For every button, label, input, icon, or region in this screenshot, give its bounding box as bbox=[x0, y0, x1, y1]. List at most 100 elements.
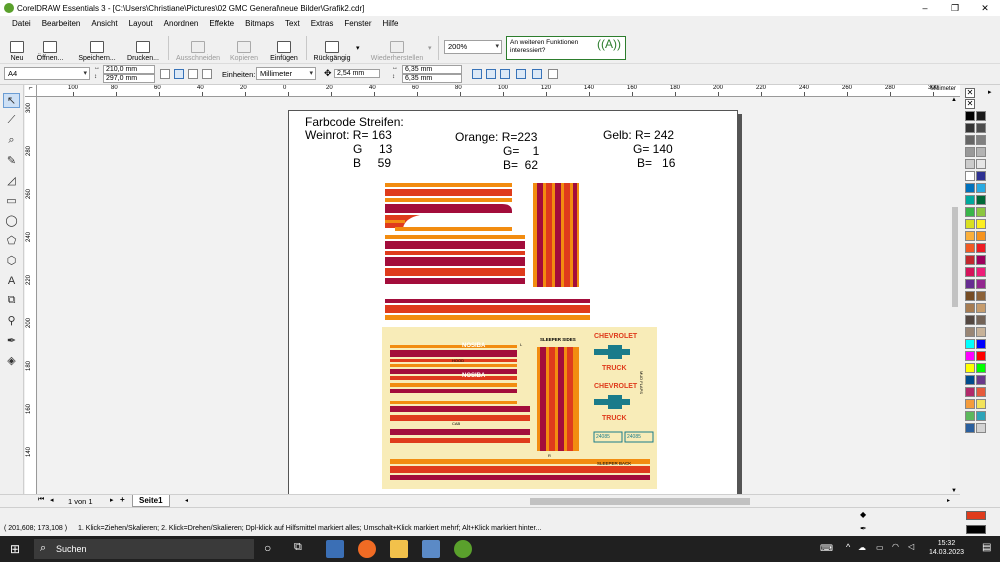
palette-swatch[interactable] bbox=[976, 327, 986, 337]
palette-swatch[interactable] bbox=[965, 171, 975, 181]
palette-swatch[interactable] bbox=[976, 303, 986, 313]
rectangle-tool-icon[interactable]: ▭ bbox=[3, 193, 20, 208]
more-features-hint-button[interactable]: An weiteren Funktionen interessiert? ((A… bbox=[506, 36, 626, 60]
cloud-icon[interactable]: ☁ bbox=[858, 543, 866, 552]
palette-swatch[interactable] bbox=[976, 147, 986, 157]
snap-to-grid-button[interactable] bbox=[472, 69, 482, 79]
photos-app-icon[interactable] bbox=[422, 540, 440, 558]
palette-swatch[interactable] bbox=[976, 363, 986, 373]
menu-layout[interactable]: Layout bbox=[129, 19, 153, 28]
eyedropper-tool-icon[interactable]: ⚲ bbox=[3, 313, 20, 328]
page-size-select[interactable]: A4 ▾ bbox=[4, 67, 90, 80]
menu-datei[interactable]: Datei bbox=[12, 19, 31, 28]
first-page-icon[interactable]: ⏮ bbox=[38, 496, 44, 504]
speaker-icon[interactable]: ◁ bbox=[908, 542, 914, 551]
pick-tool-icon[interactable]: ↖ bbox=[3, 93, 20, 108]
palette-swatch[interactable] bbox=[976, 195, 986, 205]
palette-swatch[interactable] bbox=[965, 267, 975, 277]
save-button[interactable]: Speichern... bbox=[76, 34, 118, 62]
cortana-icon[interactable]: ○ bbox=[264, 541, 271, 555]
to-front-button[interactable] bbox=[532, 69, 542, 79]
palette-swatch[interactable] bbox=[976, 315, 986, 325]
palette-swatch[interactable] bbox=[965, 231, 975, 241]
palette-swatch[interactable] bbox=[965, 351, 975, 361]
close-button[interactable]: ✕ bbox=[970, 0, 1000, 16]
palette-swatch[interactable] bbox=[965, 183, 975, 193]
task-view-icon[interactable]: ⧉ bbox=[294, 541, 302, 554]
duplicate-y-input[interactable]: 6,35 mm bbox=[402, 74, 462, 83]
palette-swatch[interactable] bbox=[976, 123, 986, 133]
file-explorer-app-icon[interactable] bbox=[390, 540, 408, 558]
palette-swatch[interactable] bbox=[976, 171, 986, 181]
palette-swatch[interactable] bbox=[976, 339, 986, 349]
previous-page-icon[interactable]: ◂ bbox=[50, 496, 54, 504]
palette-swatch[interactable] bbox=[965, 207, 975, 217]
menu-fenster[interactable]: Fenster bbox=[344, 19, 371, 28]
outline-color-indicator[interactable] bbox=[966, 525, 986, 534]
wifi-icon[interactable]: ◠ bbox=[892, 542, 899, 551]
palette-swatch[interactable] bbox=[965, 219, 975, 229]
zoom-tool-icon[interactable]: ⌕ bbox=[3, 133, 20, 148]
freehand-tool-icon[interactable]: ✎ bbox=[3, 153, 20, 168]
open-button[interactable]: Öffnen... bbox=[32, 34, 68, 62]
palette-swatch[interactable] bbox=[976, 219, 986, 229]
page-width-input[interactable]: 210,0 mm bbox=[103, 65, 155, 74]
palette-swatch[interactable] bbox=[976, 267, 986, 277]
windows-start-icon[interactable]: ⊞ bbox=[10, 542, 20, 556]
no-outline-icon[interactable]: ✕ bbox=[965, 99, 975, 109]
menu-bitmaps[interactable]: Bitmaps bbox=[245, 19, 274, 28]
stripe-artwork-bottom[interactable] bbox=[385, 299, 595, 323]
palette-swatch[interactable] bbox=[965, 159, 975, 169]
new-button[interactable]: Neu bbox=[6, 34, 28, 62]
shape-tool-icon[interactable]: ⟋ bbox=[3, 113, 20, 128]
drawing-canvas[interactable]: Farbcode Streifen: Weinrot: R= 163 G 13 … bbox=[38, 97, 950, 494]
palette-swatch[interactable] bbox=[976, 135, 986, 145]
interactive-tool-icon[interactable]: ⧉ bbox=[3, 293, 20, 308]
battery-icon[interactable]: ▭ bbox=[876, 543, 884, 552]
horizontal-scrollbar[interactable]: ◂ ▸ bbox=[185, 497, 950, 506]
vertical-scrollbar[interactable]: ▲ ▼ bbox=[950, 97, 960, 494]
palette-swatch[interactable] bbox=[965, 111, 975, 121]
palette-swatch[interactable] bbox=[976, 231, 986, 241]
menu-hilfe[interactable]: Hilfe bbox=[383, 19, 399, 28]
undo-dropdown-arrow-icon[interactable]: ▾ bbox=[356, 44, 360, 52]
palette-swatch[interactable] bbox=[965, 303, 975, 313]
palette-swatch[interactable] bbox=[965, 375, 975, 385]
page-tab-seite1[interactable]: Seite1 bbox=[132, 495, 170, 507]
menu-bearbeiten[interactable]: Bearbeiten bbox=[42, 19, 81, 28]
coreldraw-taskbar-icon[interactable] bbox=[454, 540, 472, 558]
palette-swatch[interactable] bbox=[976, 111, 986, 121]
fill-tool-icon[interactable]: ◈ bbox=[3, 353, 20, 368]
ellipse-tool-icon[interactable]: ◯ bbox=[3, 213, 20, 228]
polygon-tool-icon[interactable]: ⬠ bbox=[3, 233, 20, 248]
palette-swatch[interactable] bbox=[965, 147, 975, 157]
palette-swatch[interactable] bbox=[965, 399, 975, 409]
decal-sheet-image[interactable]: NOSIBA NOSIBA HOOD CAB SLEEPER SIDES L R… bbox=[382, 327, 657, 489]
fill-color-indicator[interactable] bbox=[966, 511, 986, 520]
menu-effekte[interactable]: Effekte bbox=[209, 19, 234, 28]
palette-swatch[interactable] bbox=[965, 243, 975, 253]
taskbar-clock[interactable]: 15:32 14.03.2023 bbox=[929, 539, 964, 557]
no-color-icon[interactable]: ✕ bbox=[965, 88, 975, 98]
dimension-tool-icon[interactable]: ◿ bbox=[3, 173, 20, 188]
palette-swatch[interactable] bbox=[965, 363, 975, 373]
all-pages-button[interactable] bbox=[202, 69, 212, 79]
page-height-input[interactable]: 297,0 mm bbox=[103, 74, 155, 83]
text-tool-icon[interactable]: A bbox=[3, 273, 20, 288]
taskbar-search-box[interactable]: ⌕ Suchen bbox=[34, 539, 254, 559]
next-page-icon[interactable]: ▸ bbox=[110, 496, 114, 504]
palette-swatch[interactable] bbox=[965, 387, 975, 397]
calculator-app-icon[interactable] bbox=[326, 540, 344, 558]
vertical-scroll-thumb[interactable] bbox=[952, 207, 958, 307]
firefox-app-icon[interactable] bbox=[358, 540, 376, 558]
palette-swatch[interactable] bbox=[965, 315, 975, 325]
menu-ansicht[interactable]: Ansicht bbox=[91, 19, 117, 28]
palette-swatch[interactable] bbox=[976, 255, 986, 265]
copy-button[interactable]: Kopieren bbox=[228, 34, 260, 62]
palette-swatch[interactable] bbox=[965, 291, 975, 301]
keyboard-icon[interactable]: ⌨ bbox=[820, 543, 833, 554]
basic-shapes-tool-icon[interactable]: ⬡ bbox=[3, 253, 20, 268]
undo-button[interactable]: Rückgängig bbox=[312, 34, 352, 62]
portrait-icon[interactable] bbox=[160, 69, 170, 79]
palette-swatch[interactable] bbox=[976, 375, 986, 385]
